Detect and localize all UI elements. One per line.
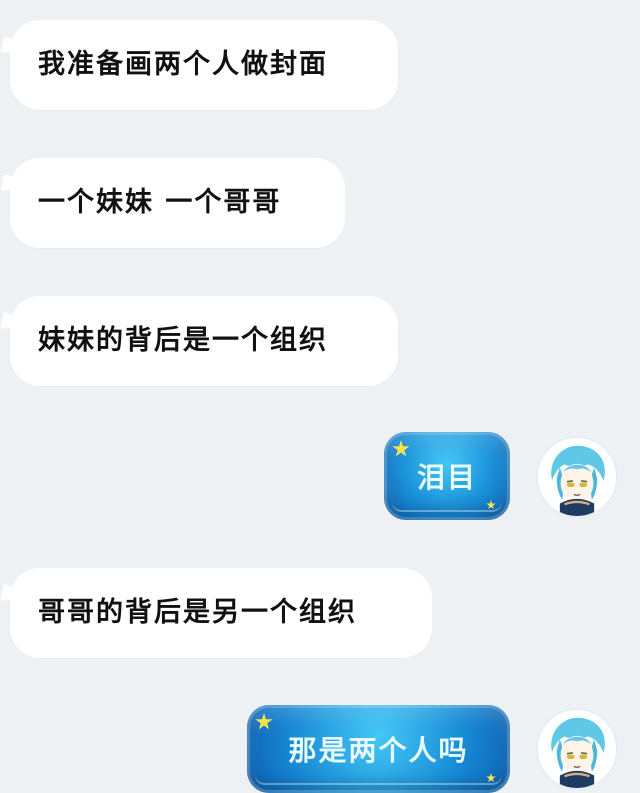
message-text-3: 妹妹的背后是一个组织 — [38, 325, 328, 356]
star-sparkle-icon — [392, 440, 410, 457]
star-sparkle-icon — [255, 713, 273, 730]
message-text-1: 我准备画两个人做封面 — [38, 49, 328, 80]
message-bubble-4[interactable]: 泪目 — [384, 432, 510, 520]
message-text-2: 一个妹妹 一个哥哥 — [38, 187, 282, 218]
message-bubble-5[interactable]: 哥哥的背后是另一个组织 — [10, 568, 432, 658]
bubble-swirl-decoration — [392, 502, 502, 512]
bubble-swirl-decoration — [255, 775, 502, 785]
avatar[interactable] — [538, 438, 616, 516]
message-bubble-6[interactable]: 那是两个人吗 — [247, 705, 510, 793]
message-text-6: 那是两个人吗 — [288, 734, 469, 767]
message-bubble-1[interactable]: 我准备画两个人做封面 — [10, 20, 398, 110]
message-text-4: 泪目 — [416, 461, 477, 494]
message-bubble-2[interactable]: 一个妹妹 一个哥哥 — [10, 158, 345, 248]
anime-avatar-icon — [538, 710, 616, 788]
avatar[interactable] — [538, 710, 616, 788]
message-bubble-3[interactable]: 妹妹的背后是一个组织 — [10, 296, 398, 386]
message-text-5: 哥哥的背后是另一个组织 — [38, 597, 357, 628]
anime-avatar-icon — [538, 438, 616, 516]
chat-window: 我准备画两个人做封面 一个妹妹 一个哥哥 妹妹的背后是一个组织 泪目 哥哥的背后… — [0, 0, 640, 793]
